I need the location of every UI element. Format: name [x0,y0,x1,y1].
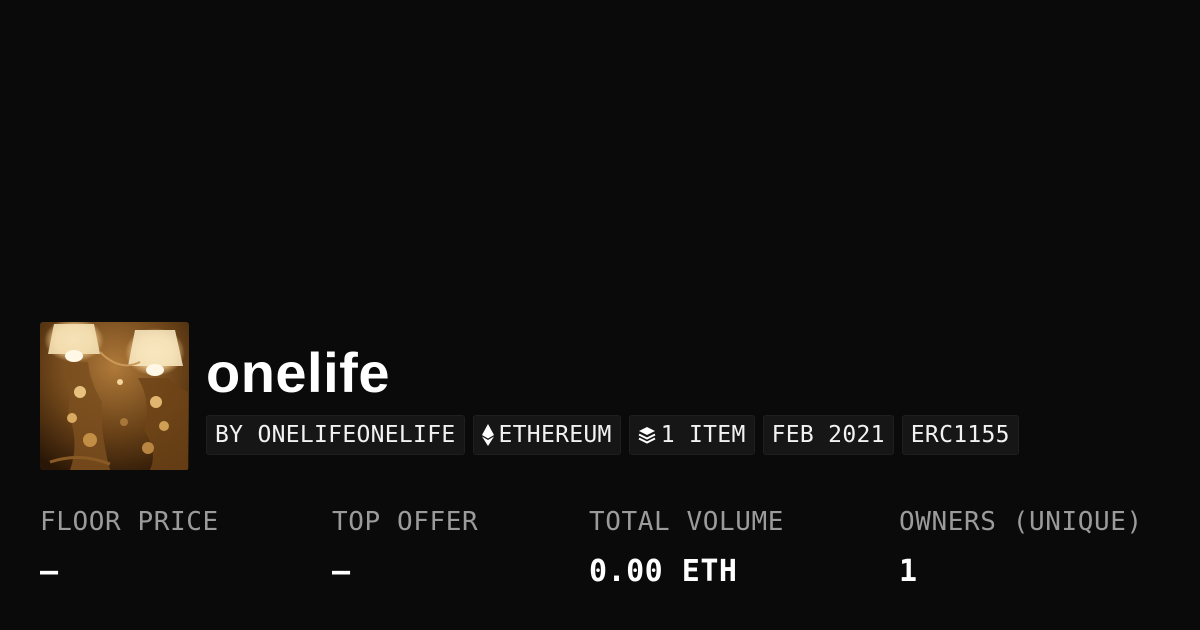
date-tag-label: FEB 2021 [771,422,885,448]
items-tag: 1 ITEM [628,415,755,455]
ethereum-icon [481,424,494,446]
items-tag-label: 1 ITEM [660,422,746,448]
layers-icon [638,426,656,444]
floor-price-stat: FLOOR PRICE — [40,504,219,590]
collection-tags: BY ONELIFEONELIFE ETHEREUM 1 ITEM FEB 20… [206,415,1019,455]
date-tag: FEB 2021 [762,415,894,455]
chain-tag-label: ETHEREUM [498,422,612,448]
creator-tag[interactable]: BY ONELIFEONELIFE [206,415,465,455]
collection-title: onelife [206,341,390,404]
owners-stat: OWNERS (UNIQUE) 1 [899,504,1143,590]
top-offer-value: — [332,554,351,589]
total-volume-stat: TOTAL VOLUME 0.00 ETH [589,504,784,590]
total-volume-label: TOTAL VOLUME [589,507,785,537]
top-offer-label: TOP OFFER [332,507,479,537]
top-offer-stat: TOP OFFER — [332,504,478,590]
floor-price-value: — [40,554,59,589]
chandelier-image [40,322,189,470]
standard-tag-label: ERC1155 [910,422,1010,448]
chain-tag: ETHEREUM [472,415,621,455]
owners-value: 1 [899,554,918,589]
owners-label: OWNERS (UNIQUE) [899,507,1143,537]
collection-avatar [40,322,189,470]
total-volume-value: 0.00 ETH [589,554,738,589]
floor-price-label: FLOOR PRICE [40,507,219,537]
standard-tag: ERC1155 [901,415,1019,455]
collection-card: onelife BY ONELIFEONELIFE ETHEREUM 1 ITE… [0,0,1200,630]
creator-tag-label: BY ONELIFEONELIFE [215,422,456,448]
